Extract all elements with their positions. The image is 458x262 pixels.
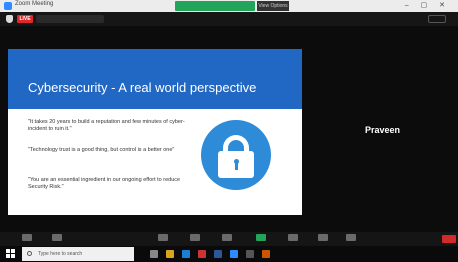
window-controls[interactable]: – ▢ ✕ <box>405 1 450 9</box>
meeting-controls <box>0 232 458 246</box>
chrome-icon[interactable] <box>198 250 206 258</box>
record-icon[interactable] <box>288 234 298 241</box>
end-meeting-button[interactable] <box>442 235 456 243</box>
keyhole-slot <box>235 162 238 170</box>
reactions-icon[interactable] <box>318 234 328 241</box>
zoom-taskbar-icon[interactable] <box>230 250 238 258</box>
search-icon <box>27 251 32 256</box>
meeting-info-bar: LIVE <box>0 12 458 26</box>
powerpoint-icon[interactable] <box>262 250 270 258</box>
window-title: Zoom Meeting <box>15 1 54 7</box>
word-icon[interactable] <box>214 250 222 258</box>
view-options-tab[interactable]: View Options <box>257 1 289 11</box>
slide-quote-2: "Technology trust is a good thing, but c… <box>28 147 175 153</box>
participant-name: Praveen <box>365 125 401 135</box>
task-view-icon[interactable] <box>150 250 158 258</box>
edge-icon[interactable] <box>182 250 190 258</box>
shield-icon[interactable] <box>6 15 13 23</box>
lock-icon <box>201 120 271 190</box>
zoom-app-icon <box>4 2 12 10</box>
windows-taskbar: Type here to search <box>0 246 458 262</box>
live-badge[interactable]: LIVE <box>17 15 33 23</box>
mic-icon[interactable] <box>22 234 32 241</box>
chat-icon[interactable] <box>222 234 232 241</box>
slide-header <box>8 49 302 109</box>
participants-icon[interactable] <box>190 234 200 241</box>
windows-start-icon[interactable] <box>6 249 16 259</box>
shared-slide: Cybersecurity - A real world perspective… <box>8 49 302 215</box>
taskbar-search-input[interactable]: Type here to search <box>22 247 134 261</box>
screen-share-bar[interactable] <box>175 1 255 11</box>
slide-title: Cybersecurity - A real world perspective <box>28 80 257 95</box>
search-placeholder: Type here to search <box>38 251 83 257</box>
security-icon[interactable] <box>158 234 168 241</box>
file-explorer-icon[interactable] <box>166 250 174 258</box>
window-titlebar: Zoom Meeting View Options – ▢ ✕ <box>0 0 458 12</box>
apps-icon[interactable] <box>346 234 356 241</box>
view-button[interactable] <box>428 15 446 23</box>
taskbar-app-icon[interactable] <box>246 250 254 258</box>
share-screen-icon[interactable] <box>256 234 266 241</box>
video-icon[interactable] <box>52 234 62 241</box>
slide-quote-3: "You are an essential ingredient in our … <box>28 177 181 190</box>
recording-indicator[interactable] <box>36 15 104 23</box>
slide-quote-1: "It takes 20 years to build a reputation… <box>28 119 185 132</box>
